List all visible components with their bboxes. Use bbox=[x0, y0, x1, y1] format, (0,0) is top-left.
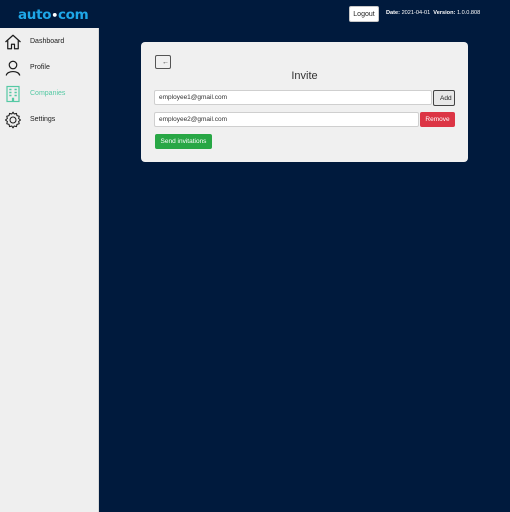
sidebar: Dashboard Profile Companies Settings bbox=[0, 28, 99, 512]
sidebar-item-profile[interactable]: Profile bbox=[0, 56, 99, 80]
top-bar: auto•com Logout Date: 2021-04-01 Version… bbox=[0, 0, 510, 28]
email-field-1[interactable] bbox=[154, 90, 432, 105]
sidebar-item-companies[interactable]: Companies bbox=[0, 82, 99, 106]
home-icon bbox=[5, 34, 21, 50]
email-field-2[interactable] bbox=[154, 112, 419, 127]
build-info: Date: 2021-04-01 Version: 1.0.0.808 bbox=[386, 10, 480, 16]
version-label: Version: bbox=[433, 10, 456, 16]
gear-icon bbox=[4, 111, 22, 129]
sidebar-item-settings[interactable]: Settings bbox=[0, 108, 99, 132]
page-title: Invite bbox=[291, 70, 318, 82]
logo-text-left: auto bbox=[18, 7, 52, 23]
app-logo[interactable]: auto•com bbox=[18, 7, 89, 23]
sidebar-item-dashboard[interactable]: Dashboard bbox=[0, 30, 99, 54]
send-invitations-button[interactable]: Send invitations bbox=[155, 134, 212, 149]
logo-text-right: com bbox=[57, 7, 89, 23]
arrow-left-icon: ← bbox=[162, 59, 169, 66]
add-button[interactable]: Add bbox=[433, 90, 455, 106]
date-value: 2021-04-01 bbox=[401, 10, 431, 16]
date-label: Date: bbox=[386, 10, 400, 16]
back-button[interactable]: ← bbox=[155, 55, 171, 69]
logout-button[interactable]: Logout bbox=[349, 6, 379, 22]
sidebar-item-label: Dashboard bbox=[30, 38, 65, 45]
version-value: 1.0.0.808 bbox=[456, 10, 481, 16]
invite-card: ← Invite Add Remove Send invitations bbox=[141, 42, 468, 162]
sidebar-item-label: Companies bbox=[30, 90, 66, 97]
building-icon bbox=[6, 85, 20, 103]
person-icon bbox=[5, 60, 21, 76]
remove-button[interactable]: Remove bbox=[420, 112, 455, 127]
sidebar-item-label: Profile bbox=[30, 64, 50, 71]
logo-separator: • bbox=[51, 9, 58, 22]
sidebar-item-label: Settings bbox=[30, 116, 56, 123]
